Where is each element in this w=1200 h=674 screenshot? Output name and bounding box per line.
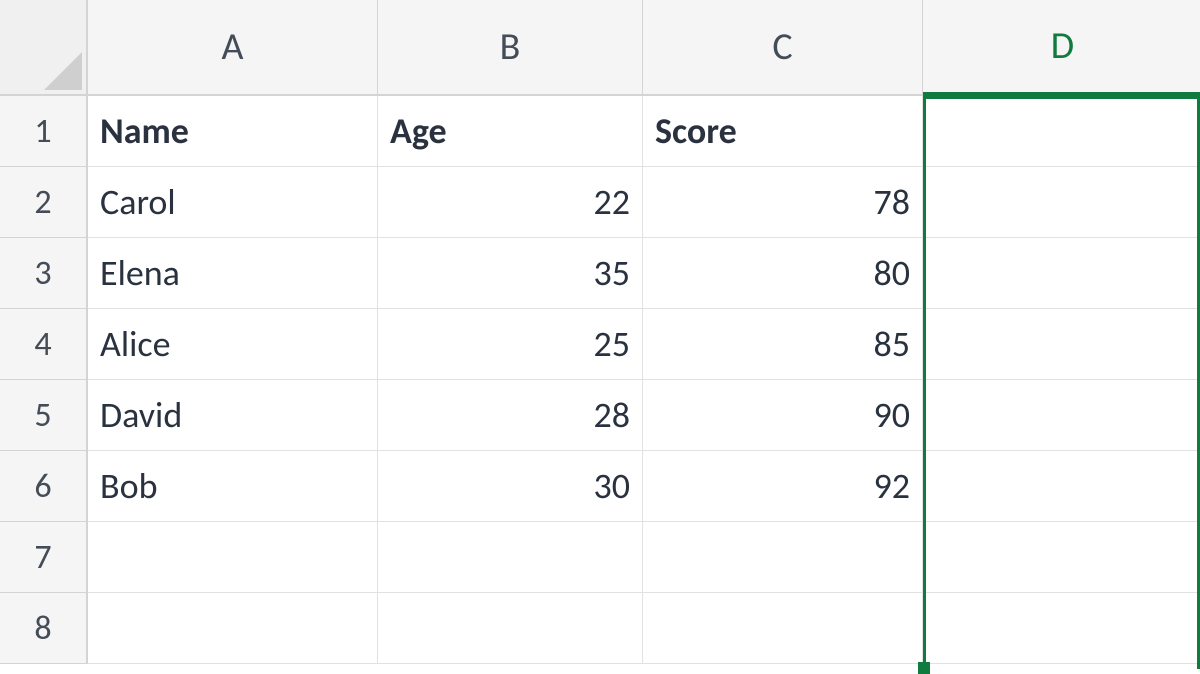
cell-D6[interactable] (923, 451, 1200, 522)
cell-C2[interactable]: 78 (643, 167, 923, 238)
cell-B4[interactable]: 25 (378, 309, 643, 380)
col-header-A[interactable]: A (88, 0, 378, 96)
row-header-7[interactable]: 7 (0, 522, 88, 593)
cell-D8[interactable] (923, 593, 1200, 664)
cell-A2[interactable]: Carol (88, 167, 378, 238)
table-row (88, 593, 1200, 664)
cell-C5[interactable]: 90 (643, 380, 923, 451)
cell-C6[interactable]: 92 (643, 451, 923, 522)
table-row: Bob 30 92 (88, 451, 1200, 522)
cell-B8[interactable] (378, 593, 643, 664)
table-row: Name Age Score (88, 96, 1200, 167)
row-headers: 1 2 3 4 5 6 7 8 (0, 96, 88, 664)
cell-A3[interactable]: Elena (88, 238, 378, 309)
col-header-C[interactable]: C (643, 0, 923, 96)
cell-A7[interactable] (88, 522, 378, 593)
cell-A1[interactable]: Name (88, 96, 378, 167)
cell-C1[interactable]: Score (643, 96, 923, 167)
cell-grid: Name Age Score Carol 22 78 Elena 35 80 A… (88, 96, 1200, 664)
cell-B3[interactable]: 35 (378, 238, 643, 309)
cell-D4[interactable] (923, 309, 1200, 380)
row-header-1[interactable]: 1 (0, 96, 88, 167)
cell-B7[interactable] (378, 522, 643, 593)
spreadsheet: A B C D 1 2 3 4 5 6 7 8 Name Age Score C… (0, 0, 1200, 669)
table-row (88, 522, 1200, 593)
cell-A6[interactable]: Bob (88, 451, 378, 522)
table-row: Elena 35 80 (88, 238, 1200, 309)
col-header-D[interactable]: D (923, 0, 1200, 96)
cell-B1[interactable]: Age (378, 96, 643, 167)
cell-A5[interactable]: David (88, 380, 378, 451)
cell-A4[interactable]: Alice (88, 309, 378, 380)
row-header-6[interactable]: 6 (0, 451, 88, 522)
cell-B6[interactable]: 30 (378, 451, 643, 522)
row-header-2[interactable]: 2 (0, 167, 88, 238)
row-header-8[interactable]: 8 (0, 593, 88, 664)
cell-D5[interactable] (923, 380, 1200, 451)
row-header-3[interactable]: 3 (0, 238, 88, 309)
table-row: Alice 25 85 (88, 309, 1200, 380)
select-all-corner[interactable] (0, 0, 88, 96)
cell-C4[interactable]: 85 (643, 309, 923, 380)
table-row: Carol 22 78 (88, 167, 1200, 238)
col-header-B[interactable]: B (378, 0, 643, 96)
cell-C7[interactable] (643, 522, 923, 593)
row-header-4[interactable]: 4 (0, 309, 88, 380)
cell-A8[interactable] (88, 593, 378, 664)
cell-C8[interactable] (643, 593, 923, 664)
cell-B5[interactable]: 28 (378, 380, 643, 451)
table-row: David 28 90 (88, 380, 1200, 451)
row-header-5[interactable]: 5 (0, 380, 88, 451)
cell-D3[interactable] (923, 238, 1200, 309)
cell-D2[interactable] (923, 167, 1200, 238)
cell-C3[interactable]: 80 (643, 238, 923, 309)
cell-D1[interactable] (923, 96, 1200, 167)
column-headers: A B C D (88, 0, 1200, 96)
cell-D7[interactable] (923, 522, 1200, 593)
cell-B2[interactable]: 22 (378, 167, 643, 238)
